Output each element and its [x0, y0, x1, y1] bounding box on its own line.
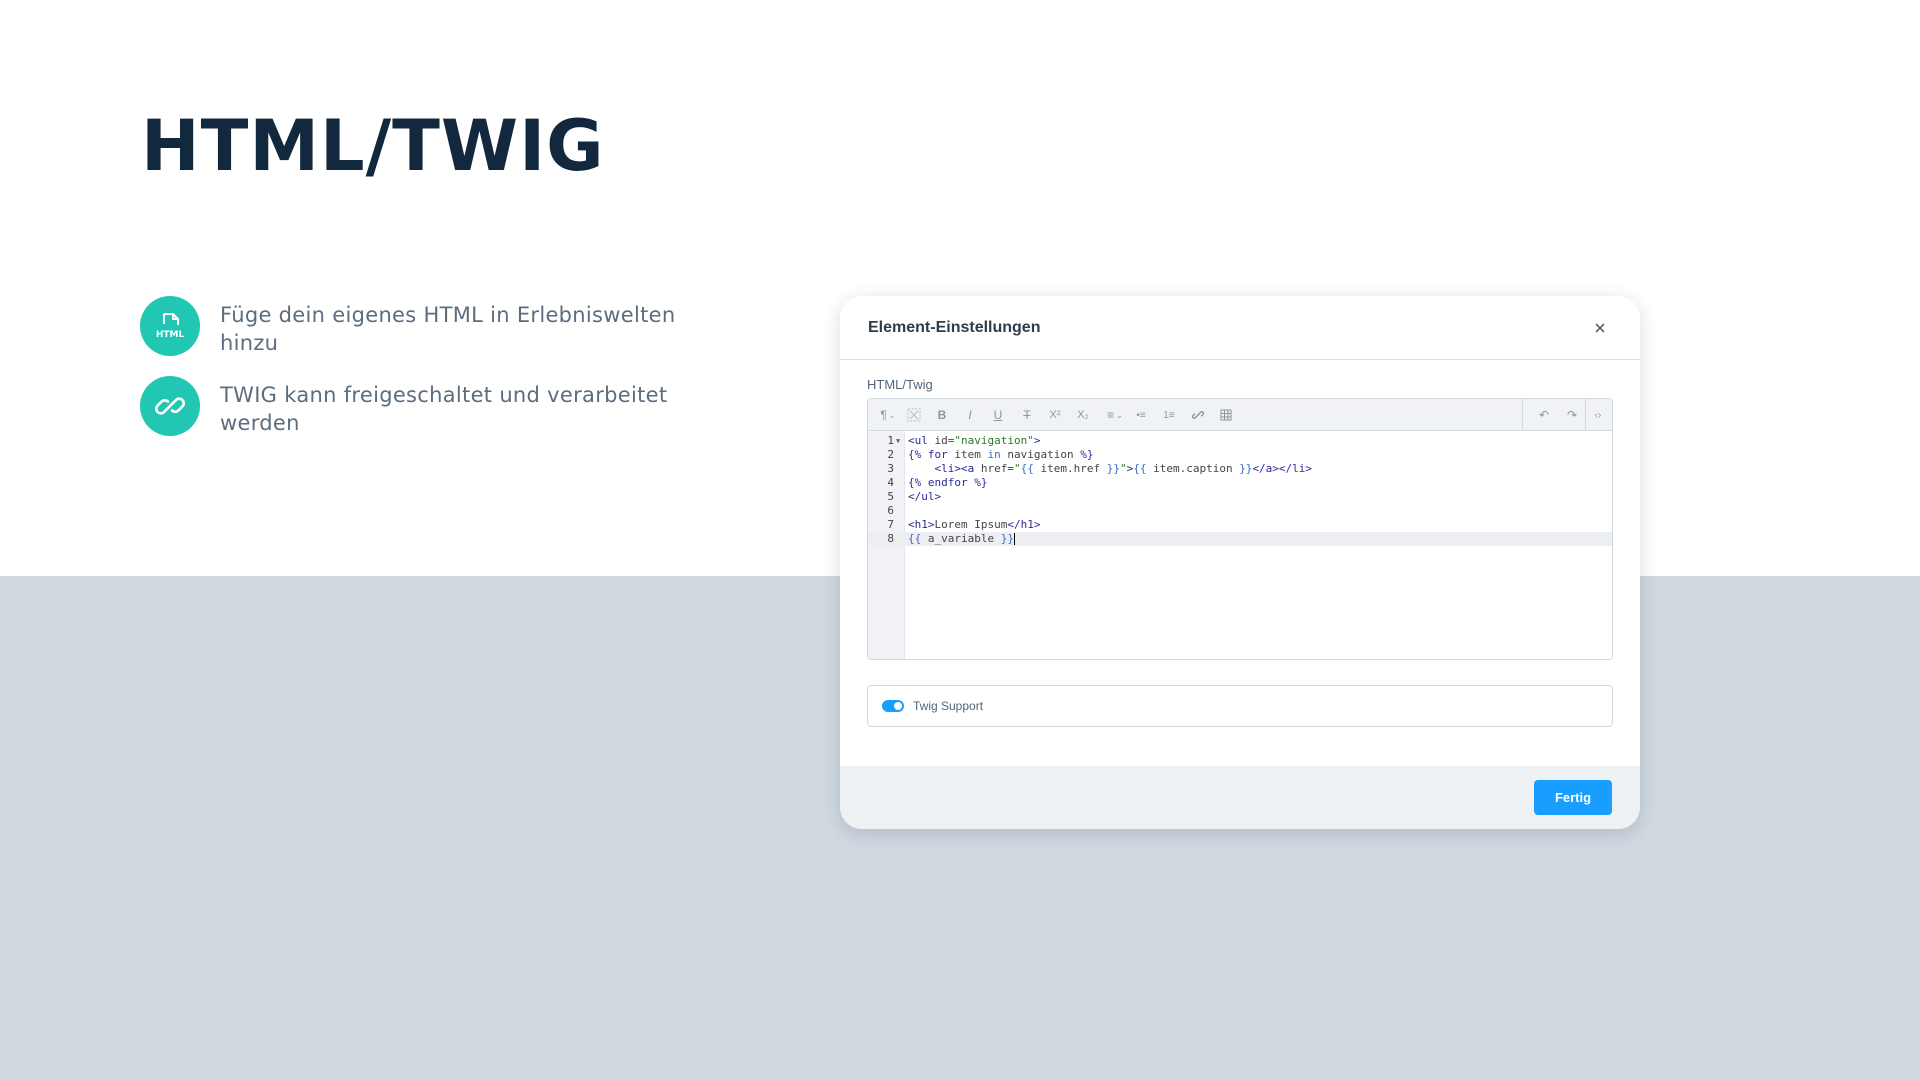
- clear-format-icon[interactable]: [904, 405, 924, 425]
- modal-header: Element-Einstellungen: [840, 296, 1640, 360]
- toolbar-divider: [1585, 399, 1586, 431]
- element-settings-modal: Element-Einstellungen HTML/Twig ¶ ⌄ B I U…: [840, 296, 1640, 829]
- align-icon[interactable]: ≡ ⌄: [1101, 405, 1129, 425]
- subscript-icon[interactable]: X₂: [1073, 405, 1093, 425]
- paragraph-format-icon[interactable]: ¶ ⌄: [874, 405, 902, 425]
- text-cursor: [1013, 533, 1015, 545]
- twig-support-row: Twig Support: [867, 685, 1613, 727]
- html-twig-label: HTML/Twig: [867, 377, 933, 392]
- html-icon-text: HTML: [156, 330, 185, 340]
- code-line-active: 8 {{ a_variable }}: [868, 532, 1612, 546]
- html-file-icon: HTML: [140, 296, 200, 356]
- toolbar-divider: [1522, 399, 1523, 431]
- modal-footer: Fertig: [840, 766, 1640, 829]
- table-icon[interactable]: [1216, 405, 1236, 425]
- redo-icon[interactable]: ↷: [1562, 405, 1582, 425]
- italic-icon[interactable]: I: [960, 405, 980, 425]
- link-icon: [140, 376, 200, 436]
- fold-icon: ▼: [896, 437, 901, 445]
- twig-support-toggle[interactable]: [882, 700, 904, 712]
- code-line: 4 {% endfor %}: [887, 476, 988, 489]
- code-line: 1 ▼ <ul id="navigation">: [887, 434, 1041, 447]
- code-area[interactable]: 1 ▼ <ul id="navigation"> 2 {% for item in…: [868, 431, 1612, 659]
- unordered-list-icon[interactable]: •≡: [1131, 405, 1151, 425]
- feature-text-html: Füge dein eigenes HTML in Erlebniswelten…: [220, 303, 676, 355]
- undo-icon[interactable]: ↶: [1534, 405, 1554, 425]
- code-line: 2 {% for item in navigation %}: [887, 448, 1094, 461]
- link-icon[interactable]: [1188, 405, 1208, 425]
- code-editor: ¶ ⌄ B I U T X² X₂ ≡ ⌄ •≡ 1≡ ↶ ↷ ‹› 1 ▼ <…: [867, 398, 1613, 660]
- close-icon[interactable]: [1588, 316, 1612, 340]
- ordered-list-icon[interactable]: 1≡: [1159, 405, 1179, 425]
- code-line: 7 <h1>Lorem Ipsum</h1>: [887, 518, 1041, 531]
- feature-twig: TWIG kann freigeschaltet und verarbeitet…: [140, 376, 680, 437]
- twig-support-label: Twig Support: [913, 699, 984, 713]
- superscript-icon[interactable]: X²: [1045, 405, 1065, 425]
- editor-toolbar: ¶ ⌄ B I U T X² X₂ ≡ ⌄ •≡ 1≡ ↶ ↷ ‹›: [868, 399, 1612, 431]
- feature-html: HTML Füge dein eigenes HTML in Erlebnisw…: [140, 296, 680, 357]
- feature-text-twig: TWIG kann freigeschaltet und verarbeitet…: [220, 383, 668, 435]
- page-title: HTML/TWIG: [141, 105, 605, 187]
- code-line: 3 <li><a href="{{ item.href }}">{{ item.…: [887, 462, 1313, 475]
- code-line: 5 </ul>: [887, 490, 942, 503]
- modal-title: Element-Einstellungen: [868, 318, 1041, 336]
- toggle-knob: [894, 702, 902, 710]
- strikethrough-icon[interactable]: T: [1017, 405, 1037, 425]
- bold-icon[interactable]: B: [932, 405, 952, 425]
- underline-icon[interactable]: U: [988, 405, 1008, 425]
- code-line: 6: [887, 504, 894, 517]
- code-view-icon[interactable]: ‹›: [1588, 405, 1608, 425]
- done-button[interactable]: Fertig: [1534, 780, 1612, 815]
